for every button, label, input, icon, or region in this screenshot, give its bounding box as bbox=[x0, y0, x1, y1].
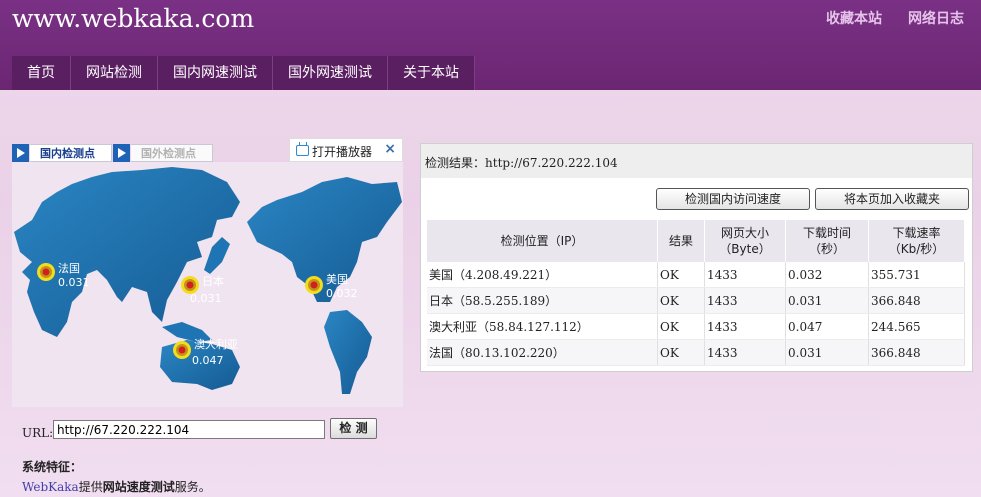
cell-rate: 366.848 bbox=[868, 339, 965, 366]
world-map: 法国 0.031 日本 0.031 美国 0.032 澳大利亚 0.047 bbox=[12, 162, 403, 407]
column-header: 检测位置（IP） bbox=[427, 220, 658, 262]
check-button[interactable]: 检 测 bbox=[330, 418, 377, 439]
pin-time: 0.047 bbox=[192, 354, 224, 367]
result-panel: 检测结果：http://67.220.222.104 检测国内访问速度 将本页加… bbox=[420, 143, 973, 372]
result-header: 检测结果：http://67.220.222.104 bbox=[421, 144, 972, 178]
table-row: 澳大利亚（58.84.127.112） OK 1433 0.047 244.56… bbox=[427, 313, 965, 340]
bookmark-site-link[interactable]: 收藏本站 bbox=[826, 8, 882, 28]
play-icon bbox=[113, 144, 130, 162]
column-header: 网页大小 （Byte） bbox=[704, 220, 786, 262]
table-row: 法国（80.13.102.220） OK 1433 0.031 366.848 bbox=[427, 339, 965, 366]
column-header: 下载速率 （Kb/秒） bbox=[868, 220, 965, 262]
url-label: URL: bbox=[22, 426, 54, 440]
pin-time: 0.031 bbox=[58, 276, 90, 289]
webkaka-link[interactable]: WebKaka bbox=[22, 480, 79, 494]
nav-site-check[interactable]: 网站检测 bbox=[71, 56, 158, 90]
play-icon bbox=[12, 144, 29, 162]
check-domestic-speed-button[interactable]: 检测国内访问速度 bbox=[656, 188, 810, 210]
pin-label: 法国 bbox=[58, 261, 80, 275]
pin-label: 日本 bbox=[202, 274, 224, 288]
result-label: 检测结果： bbox=[425, 156, 486, 170]
network-blog-link[interactable]: 网络日志 bbox=[908, 8, 964, 28]
cell-size: 1433 bbox=[704, 339, 786, 366]
site-logo[interactable]: www.webkaka.com bbox=[12, 4, 254, 33]
cell-location: 美国（4.208.49.221） bbox=[427, 262, 658, 288]
nav-domestic-speed[interactable]: 国内网速测试 bbox=[158, 56, 273, 90]
cell-result: OK bbox=[657, 339, 705, 366]
cell-size: 1433 bbox=[704, 313, 786, 340]
open-player-button[interactable]: 打开播放器 × bbox=[289, 138, 403, 162]
cell-size: 1433 bbox=[704, 262, 786, 288]
result-url: http://67.220.222.104 bbox=[485, 156, 618, 170]
pin-label: 美国 bbox=[326, 273, 348, 286]
pin-label: 澳大利亚 bbox=[194, 337, 238, 351]
add-to-favorites-button[interactable]: 将本页加入收藏夹 bbox=[815, 188, 969, 210]
features-title: 系统特征： bbox=[22, 460, 83, 474]
cell-result: OK bbox=[657, 287, 705, 314]
cell-time: 0.032 bbox=[785, 262, 869, 288]
results-table: 检测位置（IP） 结果 网页大小 （Byte） 下载时间 （秒） 下载速率 （Kb/秒… bbox=[427, 220, 965, 366]
cell-size: 1433 bbox=[704, 287, 786, 314]
cell-result: OK bbox=[657, 262, 705, 288]
tv-icon bbox=[296, 145, 309, 156]
table-row: 美国（4.208.49.221） OK 1433 0.032 355.731 bbox=[427, 262, 965, 288]
nav-home[interactable]: 首页 bbox=[12, 56, 71, 90]
nav-about[interactable]: 关于本站 bbox=[388, 56, 475, 90]
main-nav: 首页 网站检测 国内网速测试 国外网速测试 关于本站 bbox=[12, 56, 475, 90]
site-header: www.webkaka.com 收藏本站 网络日志 首页 网站检测 国内网速测试… bbox=[0, 0, 981, 90]
cell-result: OK bbox=[657, 313, 705, 340]
table-row: 日本（58.5.255.189） OK 1433 0.031 366.848 bbox=[427, 287, 965, 314]
cell-location: 澳大利亚（58.84.127.112） bbox=[427, 313, 658, 340]
column-header: 结果 bbox=[657, 220, 705, 262]
cell-time: 0.047 bbox=[785, 313, 869, 340]
close-icon[interactable]: × bbox=[384, 141, 396, 157]
cell-time: 0.031 bbox=[785, 339, 869, 366]
nav-foreign-speed[interactable]: 国外网速测试 bbox=[273, 56, 388, 90]
results-header-row: 检测位置（IP） 结果 网页大小 （Byte） 下载时间 （秒） 下载速率 （Kb/秒… bbox=[427, 220, 965, 262]
cell-location: 法国（80.13.102.220） bbox=[427, 339, 658, 366]
cell-rate: 355.731 bbox=[868, 262, 965, 288]
cell-time: 0.031 bbox=[785, 287, 869, 314]
cell-location: 日本（58.5.255.189） bbox=[427, 287, 658, 314]
url-input[interactable] bbox=[53, 420, 325, 439]
column-header: 下载时间 （秒） bbox=[785, 220, 869, 262]
cell-rate: 366.848 bbox=[868, 287, 965, 314]
pin-time: 0.031 bbox=[190, 292, 222, 305]
cell-rate: 244.565 bbox=[868, 313, 965, 340]
pin-time: 0.032 bbox=[326, 287, 358, 300]
features-description: WebKaka提供网站速度测试服务。 bbox=[22, 480, 211, 494]
